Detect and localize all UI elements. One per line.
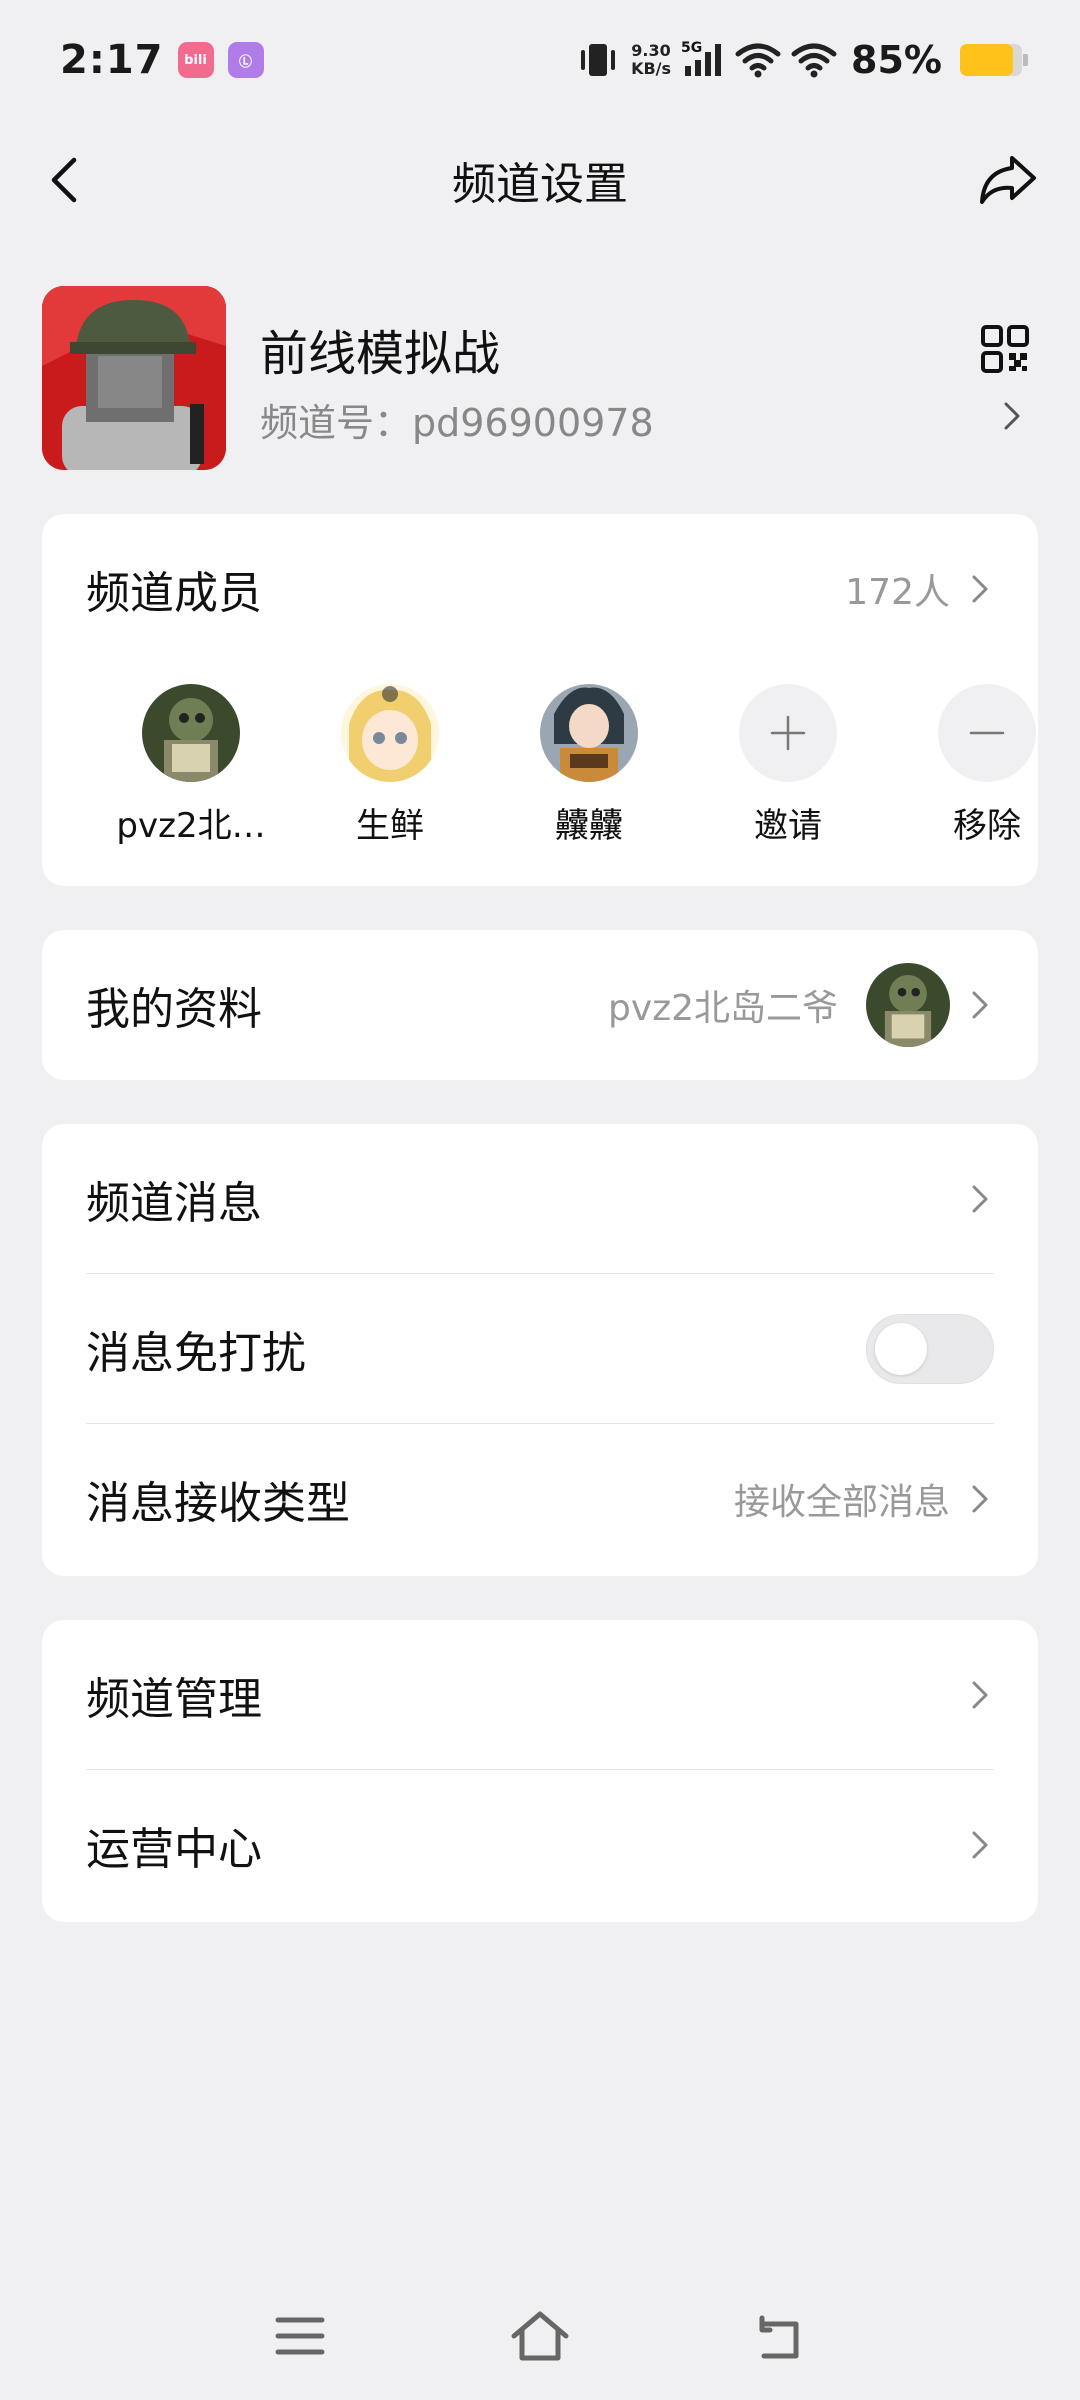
page-title: 频道设置 — [452, 159, 628, 210]
members-count: 172人 — [845, 572, 950, 613]
bilibili-app-icon: bili — [177, 42, 214, 78]
receive-type-value: 接收全部消息 — [733, 1482, 950, 1523]
remove-button[interactable]: 移除 — [907, 684, 1067, 847]
add-icon — [739, 684, 837, 782]
invite-button[interactable]: 邀请 — [708, 684, 868, 847]
chevron-right-icon — [972, 1185, 988, 1213]
member-name: 生鲜 — [356, 806, 424, 846]
chevron-right-icon — [972, 1681, 988, 1709]
home-icon[interactable] — [508, 2304, 572, 2368]
channel-info[interactable]: 前线模拟战 频道号：pd96900978 — [42, 286, 1038, 470]
chevron-right-icon — [972, 1831, 988, 1859]
my-avatar — [866, 963, 950, 1047]
notification-app-icon: Ⓛ — [227, 42, 264, 78]
channel-id: 频道号：pd96900978 — [260, 401, 654, 445]
character-avatar-image — [540, 684, 638, 782]
channel-name: 前线模拟战 — [260, 326, 501, 382]
status-time: 2:17 — [60, 37, 164, 83]
channel-avatar-image — [42, 286, 226, 470]
channel-messages-row[interactable]: 频道消息 — [42, 1124, 1038, 1274]
receive-type-label: 消息接收类型 — [86, 1478, 350, 1529]
minus-icon — [938, 684, 1036, 782]
back-arrow-icon[interactable] — [38, 152, 94, 208]
menu-icon[interactable] — [268, 2304, 332, 2368]
channel-messages-label: 频道消息 — [86, 1178, 262, 1229]
cellular-signal-icon: 5G — [681, 40, 725, 80]
ops-center-label: 运营中心 — [86, 1824, 262, 1875]
chevron-right-icon — [972, 1485, 988, 1513]
top-app-bar: 频道设置 — [0, 120, 1080, 240]
wifi-icon-2 — [791, 43, 837, 78]
members-grid: pvz2北… 生鲜 齉齉 邀请 移除 — [42, 684, 1038, 847]
member-item[interactable]: 生鲜 — [310, 684, 470, 847]
anime-avatar-image — [341, 684, 439, 782]
member-name: 齉齉 — [555, 806, 623, 846]
back-nav-icon[interactable] — [748, 2304, 812, 2368]
messages-card: 频道消息 消息免打扰 消息接收类型 接收全部消息 — [42, 1124, 1038, 1576]
my-profile-label: 我的资料 — [86, 984, 262, 1035]
channel-manage-label: 频道管理 — [86, 1674, 262, 1725]
do-not-disturb-row: 消息免打扰 — [42, 1274, 1038, 1424]
member-item[interactable]: 齉齉 — [509, 684, 669, 847]
battery-fill — [960, 44, 1013, 76]
share-icon[interactable] — [976, 148, 1040, 212]
do-not-disturb-toggle[interactable] — [866, 1314, 994, 1384]
chevron-right-icon — [972, 575, 988, 603]
receive-type-row[interactable]: 消息接收类型 接收全部消息 — [42, 1424, 1038, 1574]
battery-icon — [960, 44, 1028, 76]
qr-code-icon[interactable] — [980, 324, 1030, 374]
invite-label: 邀请 — [754, 806, 822, 846]
system-nav-bar — [0, 2280, 1080, 2390]
members-label: 频道成员 — [86, 568, 262, 619]
member-avatar — [142, 684, 240, 782]
member-avatar — [540, 684, 638, 782]
battery-percent: 85% — [851, 38, 942, 82]
network-speed-unit: KB/s — [631, 59, 672, 78]
zombie-avatar-image — [866, 963, 950, 1047]
vibrate-icon — [581, 44, 616, 76]
network-speed: 9.30 KB/s — [631, 42, 671, 78]
my-profile-nickname: pvz2北岛二爷 — [608, 988, 838, 1029]
network-speed-value: 9.30 — [631, 41, 671, 60]
member-item[interactable]: pvz2北… — [111, 684, 271, 847]
member-name: pvz2北… — [116, 806, 266, 846]
status-bar: 2:17 bili Ⓛ 9.30 KB/s 5G 85% — [0, 0, 1080, 120]
member-avatar — [341, 684, 439, 782]
zombie-avatar-image — [142, 684, 240, 782]
members-row[interactable]: 频道成员 172人 — [42, 514, 1038, 664]
toggle-knob — [875, 1323, 927, 1375]
chevron-right-icon — [972, 991, 988, 1019]
wifi-icon — [735, 43, 781, 78]
management-card: 频道管理 运营中心 — [42, 1620, 1038, 1922]
remove-label: 移除 — [953, 806, 1021, 846]
channel-avatar[interactable] — [42, 286, 226, 470]
do-not-disturb-label: 消息免打扰 — [86, 1328, 306, 1379]
ops-center-row[interactable]: 运营中心 — [42, 1770, 1038, 1920]
status-indicators: 9.30 KB/s 5G 85% — [575, 38, 1028, 82]
chevron-right-icon — [1004, 402, 1020, 430]
profile-card: 我的资料 pvz2北岛二爷 — [42, 930, 1038, 1080]
my-profile-row[interactable]: 我的资料 pvz2北岛二爷 — [42, 930, 1038, 1080]
members-card: 频道成员 172人 pvz2北… 生鲜 齉齉 邀请 移除 — [42, 514, 1038, 886]
channel-manage-row[interactable]: 频道管理 — [42, 1620, 1038, 1770]
